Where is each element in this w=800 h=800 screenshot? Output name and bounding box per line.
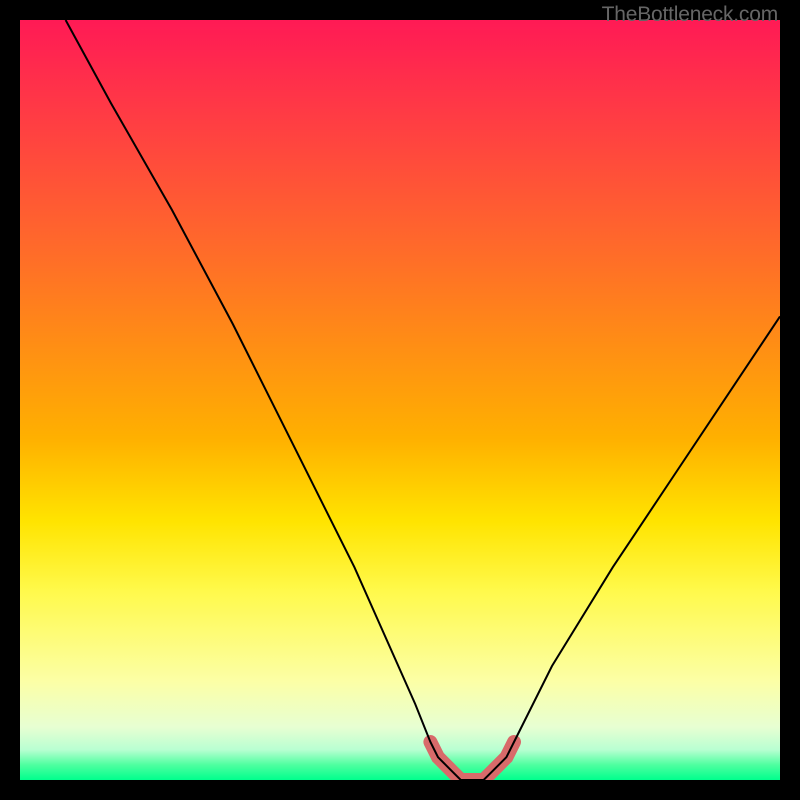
watermark-text: TheBottleneck.com	[602, 3, 778, 27]
bottleneck-curve	[66, 20, 780, 780]
curve-layer	[20, 20, 780, 780]
chart-frame: TheBottleneck.com	[0, 0, 800, 800]
plot-area	[20, 20, 780, 780]
